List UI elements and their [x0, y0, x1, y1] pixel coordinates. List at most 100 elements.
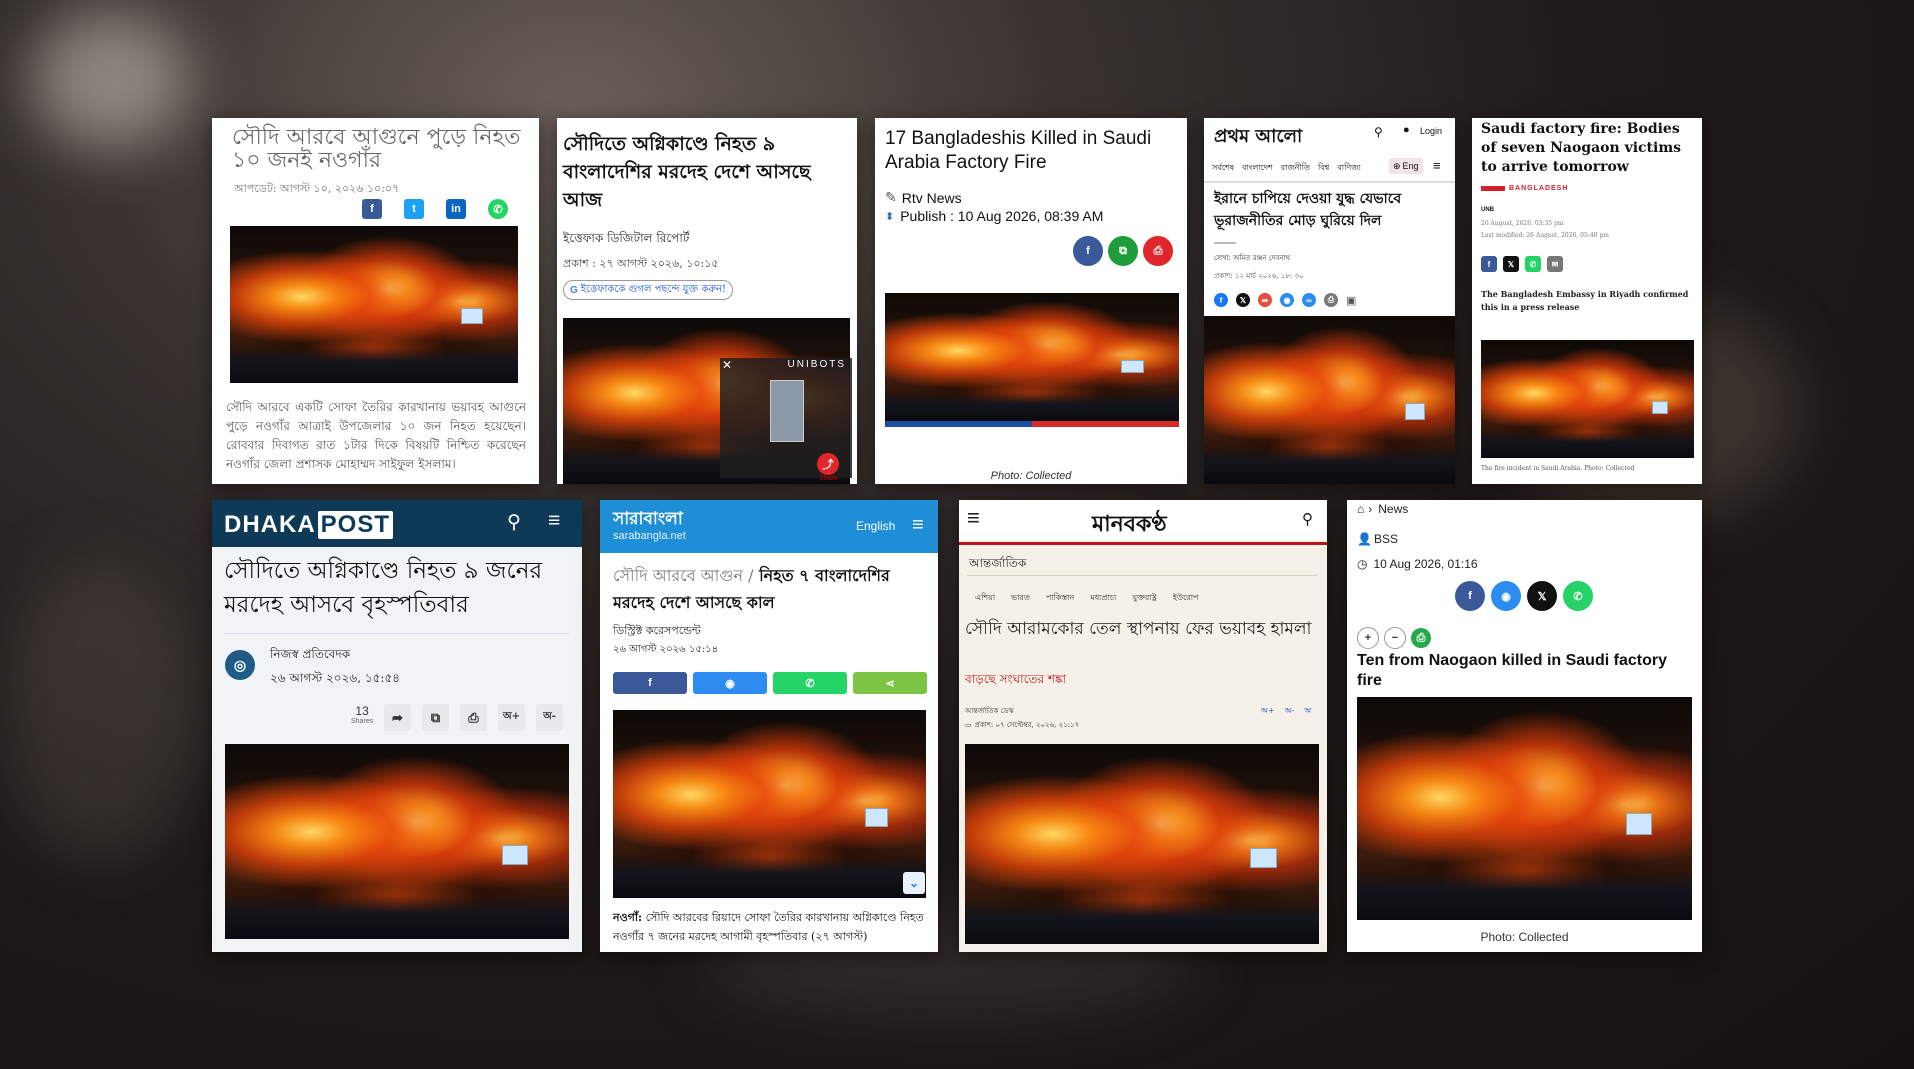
print-icon[interactable]: ⎙: [460, 704, 487, 731]
menu-icon[interactable]: ≡: [548, 509, 560, 533]
login-link[interactable]: Login: [1420, 126, 1442, 136]
messenger-icon[interactable]: ◉: [693, 672, 767, 694]
sub-nav-item[interactable]: এশিয়া: [975, 592, 995, 605]
published-date: 26 August, 2026, 03:35 pm: [1481, 220, 1564, 227]
messenger-icon[interactable]: ◉: [1491, 581, 1521, 611]
font-decrease-button[interactable]: অ-: [536, 704, 563, 731]
facebook-icon[interactable]: f: [613, 672, 687, 694]
facebook-icon[interactable]: f: [1214, 293, 1228, 307]
article-card-4[interactable]: প্রথম আলো ⚲ ● Login সর্বশেষ বাংলাদেশ রাজ…: [1204, 118, 1455, 484]
font-reset-button[interactable]: অ: [1304, 705, 1311, 718]
font-increase-button[interactable]: অ+: [1261, 705, 1275, 718]
breadcrumb-news[interactable]: News: [1378, 502, 1408, 516]
zoom-out-button[interactable]: −: [1384, 627, 1406, 649]
facebook-icon[interactable]: f: [1073, 236, 1103, 266]
whatsapp-icon[interactable]: ✆: [488, 199, 508, 219]
headline[interactable]: সৌদি আরবে আগুনে পুড়ে নিহত ১০ জনই নওগাঁর: [232, 126, 522, 172]
article-card-8[interactable]: ≡ মানবকণ্ঠ ⚲ আন্তর্জাতিক এশিয়া ভারত পাক…: [959, 500, 1327, 952]
link-icon[interactable]: ∞: [1302, 293, 1316, 307]
article-card-7[interactable]: সারাবাংলা sarabangla.net English ≡ সৌদি …: [600, 500, 938, 952]
share-icon[interactable]: ⤴: [817, 453, 839, 475]
facebook-icon[interactable]: f: [1455, 581, 1485, 611]
copy-icon[interactable]: ⧉: [1108, 236, 1138, 266]
facebook-icon[interactable]: f: [362, 199, 382, 219]
zoom-in-button[interactable]: +: [1357, 627, 1379, 649]
author-name[interactable]: BSS: [1374, 532, 1398, 546]
nav-item[interactable]: রাজনীতি: [1281, 162, 1310, 175]
nav-item[interactable]: বিশ্ব: [1318, 162, 1329, 175]
headline[interactable]: 17 Bangladeshis Killed in Saudi Arabia F…: [885, 127, 1180, 175]
article-card-9[interactable]: ⌂ › News 👤 BSS ◷ 10 Aug 2026, 01:16 f ◉ …: [1347, 500, 1702, 952]
kicker[interactable]: সৌদি আরবে আগুন /: [613, 566, 753, 585]
nav-item[interactable]: বাণিজ্য: [1337, 162, 1360, 175]
site-logo[interactable]: মানবকণ্ঠ: [1092, 507, 1167, 544]
close-icon[interactable]: ✕: [722, 358, 732, 372]
print-icon[interactable]: ⎙: [1411, 628, 1431, 648]
section-tag[interactable]: BANGLADESH: [1481, 185, 1568, 192]
language-toggle[interactable]: ⊕ Eng: [1389, 158, 1423, 174]
menu-icon[interactable]: ≡: [912, 514, 924, 537]
headline-block[interactable]: সৌদি আরবে আগুন / নিহত ৭ বাংলাদেশির মরদেহ…: [613, 562, 928, 616]
menu-icon[interactable]: ≡: [967, 505, 980, 531]
sub-nav-item[interactable]: যুক্তরাষ্ট্র: [1133, 592, 1157, 605]
messenger-icon[interactable]: ◉: [1280, 293, 1294, 307]
share-icon[interactable]: ➦: [1258, 293, 1272, 307]
whatsapp-icon[interactable]: ✆: [1525, 256, 1541, 272]
globe-icon: ⊕: [1393, 160, 1401, 171]
search-icon[interactable]: ⚲: [1302, 510, 1313, 528]
bookmark-icon[interactable]: ▣: [1346, 294, 1356, 307]
copy-icon[interactable]: ⧉: [422, 704, 449, 731]
linkedin-icon[interactable]: in: [446, 199, 466, 219]
headline[interactable]: সৌদিতে অগ্নিকাণ্ডে নিহত ৯ বাংলাদেশির মরদ…: [563, 130, 848, 214]
font-decrease-button[interactable]: অ-: [1285, 705, 1295, 718]
print-icon[interactable]: ⎙: [1324, 293, 1338, 307]
ad-thumbnail: [770, 380, 804, 442]
menu-icon[interactable]: ≡: [1433, 158, 1441, 173]
x-icon[interactable]: 𝕏: [1236, 293, 1250, 307]
share-icon[interactable]: ⋖: [853, 672, 927, 694]
article-card-5[interactable]: Saudi factory fire: Bodies of seven Naog…: [1472, 118, 1702, 484]
headline[interactable]: ইরানে চাপিয়ে দেওয়া যুদ্ধ যেভাবে ভূরাজন…: [1214, 188, 1446, 232]
article-card-3[interactable]: 17 Bangladeshis Killed in Saudi Arabia F…: [875, 118, 1187, 484]
chevron-down-icon[interactable]: ⌄: [903, 872, 925, 894]
article-card-6[interactable]: DHAKA POST ⚲ ≡ সৌদিতে অগ্নিকাণ্ডে নিহত ৯…: [212, 500, 582, 952]
twitter-icon[interactable]: t: [404, 199, 424, 219]
email-icon[interactable]: ✉: [1547, 256, 1563, 272]
author-name[interactable]: নিজস্ব প্রতিবেদক: [270, 646, 350, 666]
whatsapp-icon[interactable]: ✆: [773, 672, 847, 694]
headline[interactable]: সৌদিতে অগ্নিকাণ্ডে নিহত ৯ জনের মরদেহ আসব…: [224, 554, 574, 622]
nav-item[interactable]: সর্বশেষ: [1212, 162, 1234, 175]
published-time: 10 Aug 2026, 01:16: [1373, 557, 1478, 571]
print-icon[interactable]: ⎙: [1143, 236, 1173, 266]
sub-nav-item[interactable]: ভারত: [1011, 592, 1030, 605]
article-card-2[interactable]: সৌদিতে অগ্নিকাণ্ডে নিহত ৯ বাংলাদেশির মরদ…: [557, 118, 857, 484]
x-icon[interactable]: 𝕏: [1503, 256, 1519, 272]
sub-nav-item[interactable]: পাকিস্তান: [1046, 592, 1074, 605]
sub-nav-item[interactable]: মধ্যপ্রাচ্য: [1090, 592, 1116, 605]
x-icon[interactable]: 𝕏: [1527, 581, 1557, 611]
facebook-icon[interactable]: f: [1481, 256, 1497, 272]
user-icon[interactable]: ●: [1403, 124, 1410, 136]
headline[interactable]: Saudi factory fire: Bodies of seven Naog…: [1481, 120, 1696, 177]
share-icon[interactable]: ➦: [384, 704, 411, 731]
article-card-1[interactable]: সৌদি আরবে আগুনে পুড়ে নিহত ১০ জনই নওগাঁর…: [212, 118, 539, 484]
home-icon[interactable]: ⌂: [1357, 502, 1364, 516]
language-link[interactable]: English: [856, 519, 895, 533]
search-icon[interactable]: ⚲: [1374, 125, 1383, 139]
share-bar: f 𝕏 ➦ ◉ ∞ ⎙ ▣: [1214, 293, 1356, 307]
site-logo-sub: sarabangla.net: [613, 530, 686, 542]
whatsapp-icon[interactable]: ✆: [1563, 581, 1593, 611]
font-increase-button[interactable]: অ+: [498, 704, 525, 731]
nav-item[interactable]: বাংলাদেশ: [1242, 162, 1273, 175]
headline[interactable]: Ten from Naogaon killed in Saudi factory…: [1357, 651, 1692, 691]
site-logo[interactable]: DHAKA POST: [224, 511, 394, 539]
site-logo[interactable]: প্রথম আলো: [1214, 122, 1302, 153]
byline: ডিস্ট্রিক্ট করেসপন্ডেন্ট: [613, 624, 701, 637]
google-preference-pill[interactable]: G ইত্তেফাককে গুগল পছন্দে যুক্ত করুন!: [563, 280, 733, 300]
sub-nav-item[interactable]: ইউরোপ: [1173, 592, 1199, 605]
date-row: ◷ 10 Aug 2026, 01:16: [1357, 557, 1478, 571]
author-name[interactable]: Rtv News: [902, 190, 962, 206]
section-title[interactable]: আন্তর্জাতিক: [969, 555, 1026, 575]
search-icon[interactable]: ⚲: [507, 511, 521, 534]
headline[interactable]: সৌদি আরামকোর তেল স্থাপনায় ফের ভয়াবহ হা…: [965, 616, 1315, 642]
